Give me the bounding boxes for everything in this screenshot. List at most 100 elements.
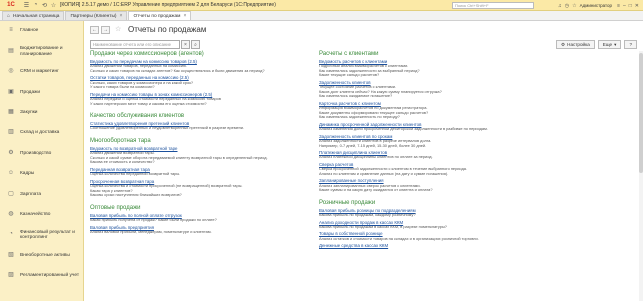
- back-button[interactable]: ←: [90, 26, 99, 34]
- section-heading: Многооборотная тара: [90, 137, 151, 144]
- forward-button[interactable]: →: [101, 26, 110, 34]
- people-icon: ☺: [7, 170, 15, 177]
- report-section: Многооборотная тара Ведомость по возвратн…: [90, 138, 310, 198]
- section-heading: Розничные продажи: [319, 199, 376, 206]
- report-description: Какие текущие сальдо расчетов?: [319, 72, 380, 78]
- star-icon[interactable]: ☆: [572, 3, 576, 9]
- section-heading: Оптовые продажи: [90, 204, 141, 211]
- help-button[interactable]: ?: [624, 40, 637, 49]
- report-item: Денежные средства в кассах ККМ: [319, 243, 619, 248]
- tab-label: Отчеты по продажам: [133, 13, 181, 19]
- report-item: Сверка расчетов Сверка просроченной задол…: [319, 162, 619, 176]
- ledger-icon: ▨: [8, 272, 14, 279]
- maximize-icon[interactable]: □: [629, 3, 632, 9]
- wallet-icon: ▢: [8, 190, 14, 197]
- report-item: Запланированные поступления Анализ заплан…: [319, 178, 619, 192]
- sidebar-item-sales[interactable]: ▣ Продажи: [0, 82, 83, 102]
- chart-icon: ◔: [9, 231, 13, 238]
- report-description: Как изменилось ожидаемое погашение?: [319, 93, 393, 99]
- box-icon: ▦: [8, 108, 14, 115]
- sidebar-item-label: Продажи: [20, 89, 41, 95]
- main-content: ← → ☆ Отчеты по продажам Наименование от…: [85, 21, 643, 301]
- bell-icon[interactable]: ♫: [558, 3, 562, 9]
- sidebar-item-label: Финансовый результат и контроллинг: [20, 229, 75, 241]
- sidebar-item-production[interactable]: ⚙ Производство: [0, 143, 83, 163]
- close-icon[interactable]: ×: [120, 13, 123, 19]
- report-link[interactable]: Денежные средства в кассах ККМ: [319, 243, 619, 248]
- report-description: Какова прибыль по продажам в кассах ККМ,…: [319, 223, 447, 229]
- sidebar-item-hr[interactable]: ☺ Кадры: [0, 164, 83, 184]
- report-item: Ведомость расчетов с клиентами Подробный …: [319, 59, 619, 78]
- report-item: Задолженность клиентов Текущее состояние …: [319, 80, 619, 99]
- sidebar-item-main[interactable]: ≡ Главное: [0, 21, 83, 41]
- user-name[interactable]: Администратор: [580, 3, 612, 8]
- report-description: Какая прибыль получена от продаж? Какие …: [90, 216, 217, 222]
- section-heading: Качество обслуживания клиентов: [90, 113, 185, 120]
- close-icon[interactable]: ×: [183, 13, 186, 19]
- history-icon[interactable]: ⟲: [40, 1, 49, 10]
- favorite-star-icon[interactable]: ☆: [115, 26, 121, 34]
- sidebar-item-purchases[interactable]: ▦ Закупки: [0, 103, 83, 123]
- report-description: Как изменялась задолженность по периоду?: [319, 114, 400, 120]
- report-item: Динамика просроченной задолженности клие…: [319, 122, 619, 132]
- report-search-input[interactable]: Наименование отчета или его описание: [90, 40, 180, 49]
- report-section: Качество обслуживания клиентов Статистика…: [90, 113, 310, 131]
- section-heading: Продажи через комиссионеров (агентов): [90, 51, 204, 57]
- minimize-icon[interactable]: –: [623, 3, 626, 9]
- more-label: Еще: [602, 42, 613, 47]
- menu-icon[interactable]: ☰: [22, 1, 31, 10]
- history-icon[interactable]: ◷: [565, 3, 569, 9]
- global-search-input[interactable]: Поиск Ctrl+Shift+F: [452, 2, 534, 9]
- window-controls: ♫ ◷ ☆ Администратор ≡ – □ ✕: [558, 0, 639, 11]
- clear-search-button[interactable]: ×: [181, 40, 190, 49]
- settings-label: Настройка: [567, 42, 590, 47]
- report-item: Остатки товаров, переданных на комиссию …: [90, 75, 310, 89]
- report-description: У какого товара были на комиссии?: [90, 84, 155, 90]
- report-item: Валовая прибыль розницы по подразделения…: [319, 208, 619, 218]
- sidebar-item-crm[interactable]: ◎ CRM и маркетинг: [0, 62, 83, 82]
- report-description: Например, 0-7 дней, 7-15 дней, 15-30 дне…: [319, 142, 427, 148]
- sidebar-item-label: Зарплата: [20, 191, 42, 197]
- report-item: Платежная дисциплина клиентов Анализ плат…: [319, 150, 619, 160]
- close-icon[interactable]: ✕: [635, 3, 639, 9]
- sidebar-item-warehouse[interactable]: ▥ Склад и доставка: [0, 123, 83, 143]
- sidebar-item-finresult[interactable]: ◔ Финансовый результат и контроллинг: [0, 225, 83, 245]
- report-description: Анализ по клиентам и сравнение данных (н…: [319, 170, 449, 176]
- tab-sales-reports[interactable]: Отчеты по продажам ×: [128, 11, 192, 20]
- report-item: Валовая прибыль предприятия Анализ валово…: [90, 225, 310, 235]
- tab-label: Партнеры (Клиенты): [70, 13, 117, 19]
- report-item: Передачи на комиссию товары в зонах коми…: [90, 92, 310, 106]
- app-title: [КОПИЯ] 2.5.17 демо / 1С:ERP Управление …: [60, 2, 276, 8]
- report-section: Продажи через комиссионеров (агентов) Вед…: [90, 51, 310, 106]
- sidebar-item-label: CRM и маркетинг: [20, 69, 59, 75]
- section-heading: Расчеты с клиентами: [319, 51, 379, 57]
- report-item: Анализ доходности продаж в кассах ККМ Как…: [319, 220, 619, 230]
- scrollbar-thumb[interactable]: [639, 53, 643, 173]
- gear-icon: ⚙: [561, 41, 566, 47]
- sidebar-item-assets[interactable]: ▧ Внеоборотные активы: [0, 245, 83, 265]
- report-item: Статистика удовлетворения претензий клие…: [90, 121, 310, 131]
- bell-icon[interactable]: ◔: [31, 1, 40, 10]
- briefcase-icon: ▤: [8, 47, 14, 54]
- settings-button[interactable]: ⚙ Настройка: [556, 40, 595, 49]
- search-button[interactable]: ⌕: [191, 40, 200, 49]
- settings-icon[interactable]: ≡: [617, 3, 620, 9]
- warehouse-icon: ▥: [8, 129, 14, 136]
- sidebar-item-salary[interactable]: ▢ Зарплата: [0, 184, 83, 204]
- tab-home[interactable]: ⌂ Начальная страница: [2, 11, 65, 20]
- home-icon: ⌂: [7, 13, 11, 19]
- sidebar-item-treasury[interactable]: ◍ Казначейство: [0, 205, 83, 225]
- sidebar-item-budgeting[interactable]: ▤ Бюджетирование и планирование: [0, 41, 83, 61]
- sidebar-item-regulated[interactable]: ▨ Регламентированный учет: [0, 266, 83, 286]
- right-report-column: Расчеты с клиентами Ведомость расчетов с …: [319, 51, 619, 255]
- page-title: Отчеты по продажам: [128, 25, 207, 34]
- cart-icon: ▣: [8, 88, 14, 95]
- sidebar-item-label: Склад и доставка: [20, 130, 60, 136]
- tab-partners[interactable]: Партнеры (Клиенты) ×: [65, 11, 128, 20]
- tab-label: Начальная страница: [13, 13, 60, 19]
- report-description: Какие суммы и на какую дату ожидаются от…: [319, 187, 433, 193]
- more-button[interactable]: Еще ▾: [597, 40, 622, 49]
- report-section: Розничные продажи Валовая прибыль розницы…: [319, 200, 619, 249]
- report-item: Задолженность клиентов по срокам Анализ з…: [319, 134, 619, 148]
- star-icon[interactable]: ☆: [49, 1, 58, 10]
